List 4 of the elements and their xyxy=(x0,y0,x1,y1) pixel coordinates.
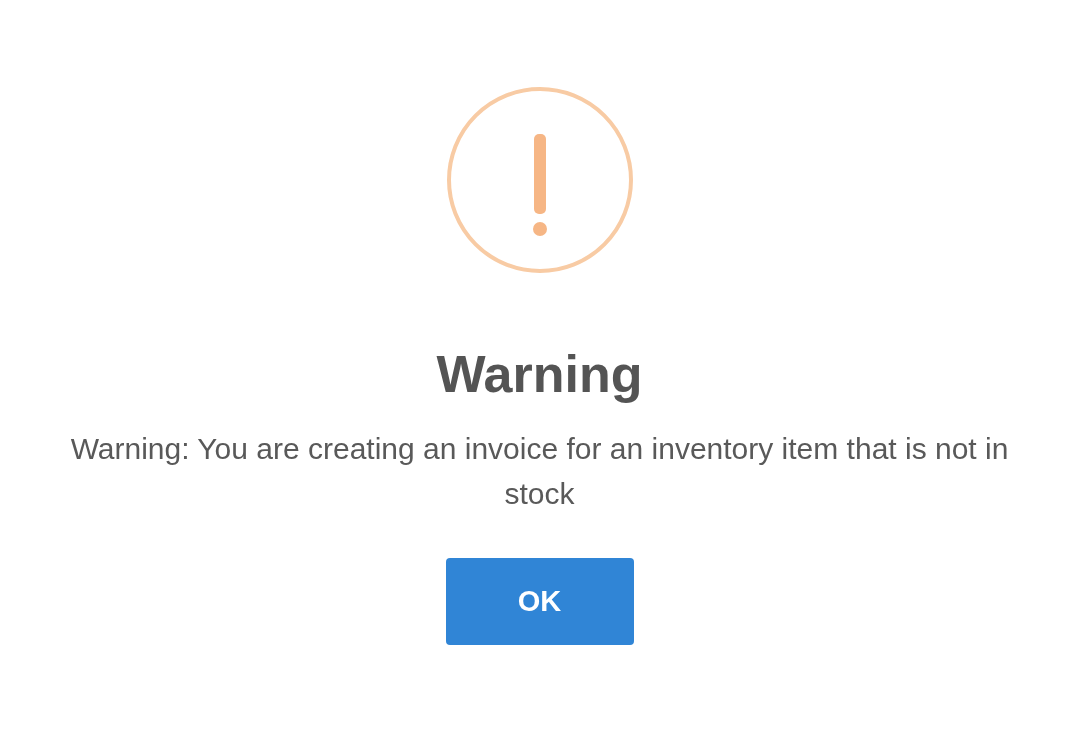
warning-icon xyxy=(445,86,634,274)
ok-button[interactable]: OK xyxy=(445,558,634,645)
dialog-title: Warning xyxy=(436,344,643,404)
dialog-message: Warning: You are creating an invoice for an inventory item that is not in stock xyxy=(69,431,1010,512)
